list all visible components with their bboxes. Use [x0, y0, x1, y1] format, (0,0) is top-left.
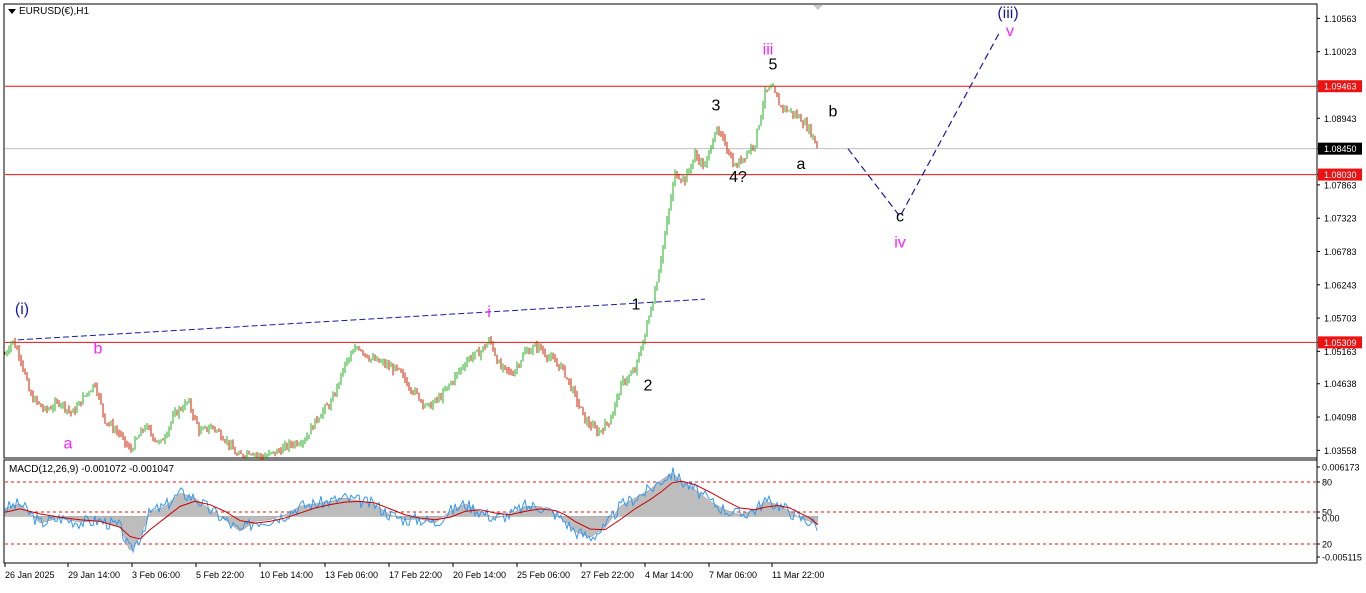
price-tick-label: 1.09463 [1324, 82, 1357, 92]
macd-tick-label: -0.005115 [1322, 553, 1362, 563]
macd-title: MACD(12,26,9) -0.001072 -0.001047 [9, 464, 175, 475]
time-tick-label: 7 Mar 06:00 [709, 570, 757, 580]
price-tick-label: 1.10023 [1324, 47, 1357, 57]
wave-label: 4? [729, 169, 747, 186]
trading-chart[interactable]: (i) a b i 1 2 3 4? iii 5 a b c iv v (iii) 1.10563 1.1002… [0, 0, 1366, 588]
price-tick-label: 1.04098 [1324, 413, 1357, 423]
wave-label: (iii) [997, 5, 1018, 22]
time-tick-label: 27 Feb 22:00 [581, 570, 634, 580]
time-tick-label: 29 Jan 14:00 [68, 570, 120, 580]
time-tick-label: 17 Feb 22:00 [389, 570, 442, 580]
price-tick-label: 1.08450 [1324, 144, 1357, 154]
time-tick-label: 4 Mar 14:00 [645, 570, 693, 580]
price-tick-label: 1.06243 [1324, 280, 1357, 290]
time-tick-label: 5 Feb 22:00 [196, 570, 244, 580]
price-tick-label: 1.04638 [1324, 379, 1357, 389]
price-tick-label: 1.08943 [1324, 114, 1357, 124]
wave-label: v [1006, 23, 1014, 40]
price-tick-label: 1.06783 [1324, 247, 1357, 257]
time-tick-label: 25 Feb 06:00 [517, 570, 570, 580]
price-tick-label: 1.08030 [1324, 170, 1357, 180]
wave-label: a [64, 435, 73, 452]
price-tick-label: 1.03558 [1324, 446, 1357, 456]
macd-tick-label: 80 [1322, 478, 1332, 488]
time-tick-label: 10 Feb 14:00 [260, 570, 313, 580]
macd-tick-label: 20 [1322, 540, 1332, 550]
price-pane-border [3, 3, 1318, 459]
wave-label: (i) [15, 301, 29, 318]
wave-label: c [896, 208, 904, 225]
time-tick-label: 26 Jan 2025 [5, 570, 55, 580]
time-tick-label: 3 Feb 06:00 [132, 570, 180, 580]
wave-label: 5 [769, 57, 778, 74]
wave-label: 1 [632, 297, 641, 314]
macd-tick-label: 0.00 [1322, 514, 1340, 524]
wave-label: a [797, 156, 806, 173]
triangle-down-icon[interactable] [8, 9, 16, 14]
chart-canvas[interactable]: (i)abi 1234?iii5abcivv(iii) 1.105631.1002… [0, 0, 1366, 588]
wave-label: 2 [644, 377, 653, 394]
time-tick-label: 20 Feb 14:00 [453, 570, 506, 580]
wave-label: 3 [712, 97, 721, 114]
symbol-title: EURUSD(€),H1 [19, 6, 90, 17]
price-tick-label: 1.07323 [1324, 214, 1357, 224]
price-tick-label: 1.05163 [1324, 347, 1357, 357]
price-tick-label: 1.10563 [1324, 14, 1357, 24]
price-tick-label: 1.07863 [1324, 180, 1357, 190]
wave-label: iv [894, 234, 906, 251]
macd-tick-label: 0.006173 [1322, 463, 1360, 473]
wave-label: b [829, 104, 838, 121]
time-tick-label: 13 Feb 06:00 [325, 570, 378, 580]
wave-label: i [487, 304, 491, 321]
price-tick-label: 1.05703 [1324, 314, 1357, 324]
time-tick-label: 11 Mar 22:00 [772, 570, 824, 580]
wave-label: b [94, 340, 103, 357]
